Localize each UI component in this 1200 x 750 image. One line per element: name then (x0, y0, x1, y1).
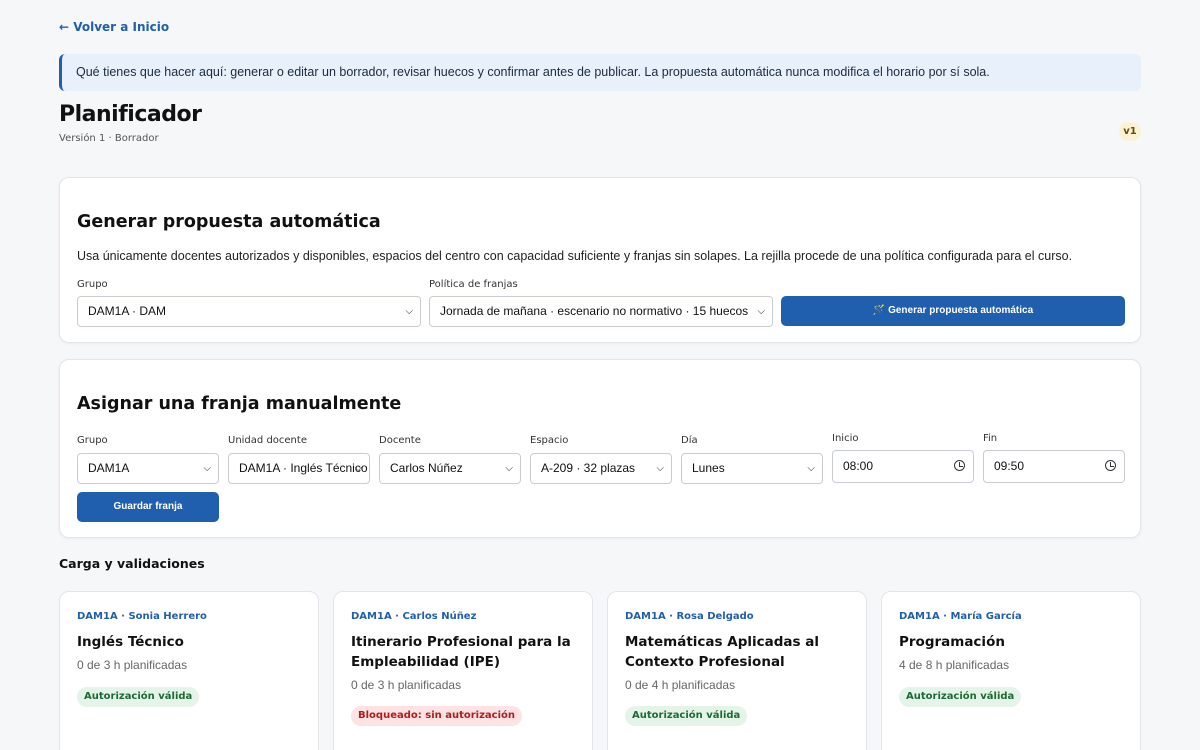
chevron-down-icon: ⌵ (807, 463, 815, 474)
clock-icon[interactable] (1105, 460, 1116, 471)
manual-unit-value: DAM1A · Inglés Técnico (239, 461, 368, 475)
chevron-down-icon: ⌵ (405, 306, 413, 317)
info-banner-text: Qué tienes que hacer aquí: generar o edi… (76, 65, 990, 79)
load-section-title: Carga y validaciones (59, 556, 205, 571)
chevron-down-icon: ⌵ (203, 463, 211, 474)
page-title: Planificador (59, 102, 202, 127)
load-card: DAM1A · Carlos Núñez Itinerario Profesio… (333, 591, 593, 750)
chevron-down-icon: ⌵ (656, 463, 664, 474)
load-card: DAM1A · Rosa Delgado Matemáticas Aplicad… (607, 591, 867, 750)
load-card-hours: 0 de 4 h planificadas (625, 678, 736, 692)
manual-unit-label: Unidad docente (228, 435, 307, 446)
generate-proposal-button[interactable]: 🪄 Generar propuesta automática (781, 296, 1125, 326)
manual-teacher-label: Docente (379, 435, 421, 446)
manual-teacher-select[interactable]: Carlos Núñez ⌵ (379, 453, 521, 484)
manual-assign-title: Asignar una franja manualmente (77, 394, 402, 414)
version-badge: v1 (1119, 122, 1141, 141)
auto-policy-label: Política de franjas (429, 279, 518, 290)
auto-group-label: Grupo (77, 279, 108, 290)
status-badge: Autorización válida (77, 687, 200, 707)
load-card: DAM1A · Sonia Herrero Inglés Técnico 0 d… (59, 591, 319, 750)
save-slot-button[interactable]: Guardar franja (77, 492, 219, 522)
load-card-hours: 0 de 3 h planificadas (351, 678, 462, 692)
status-badge: Autorización válida (625, 706, 748, 726)
clock-icon[interactable] (954, 460, 965, 471)
load-card-subject: Programación (899, 634, 1005, 650)
manual-group-select[interactable]: DAM1A ⌵ (77, 453, 219, 484)
manual-end-value: 09:50 (994, 459, 1025, 473)
auto-group-value: DAM1A · DAM (88, 304, 167, 318)
manual-end-time-input[interactable]: 09:50 (983, 450, 1125, 483)
manual-day-select[interactable]: Lunes ⌵ (681, 453, 823, 484)
manual-end-label: Fin (983, 433, 998, 444)
load-card-hours: 0 de 3 h planificadas (77, 658, 188, 672)
info-banner: Qué tienes que hacer aquí: generar o edi… (59, 54, 1141, 91)
auto-proposal-card: Generar propuesta automática Usa únicame… (59, 177, 1141, 343)
manual-space-select[interactable]: A-209 · 32 plazas ⌵ (530, 453, 672, 484)
auto-policy-value: Jornada de mañana · escenario no normati… (440, 304, 749, 318)
status-badge: Autorización válida (899, 687, 1022, 707)
auto-proposal-title: Generar propuesta automática (77, 212, 381, 232)
manual-start-value: 08:00 (843, 459, 874, 473)
auto-proposal-description: Usa únicamente docentes autorizados y di… (77, 249, 1073, 263)
chevron-down-icon: ⌵ (505, 463, 513, 474)
manual-start-label: Inicio (832, 433, 859, 444)
chevron-down-icon: ⌵ (757, 306, 765, 317)
page-subtitle: Versión 1 · Borrador (59, 133, 159, 144)
load-card-meta: DAM1A · María García (899, 611, 1022, 622)
manual-teacher-value: Carlos Núñez (390, 461, 463, 475)
back-to-home-link[interactable]: ← Volver a Inicio (59, 20, 169, 34)
manual-group-value: DAM1A (88, 461, 130, 475)
status-badge: Bloqueado: sin autorización (351, 706, 523, 726)
manual-space-label: Espacio (530, 435, 569, 446)
manual-assign-card: Asignar una franja manualmente Grupo DAM… (59, 359, 1141, 538)
load-card-meta: DAM1A · Sonia Herrero (77, 611, 207, 622)
load-card-meta: DAM1A · Rosa Delgado (625, 611, 754, 622)
auto-group-select[interactable]: DAM1A · DAM ⌵ (77, 296, 421, 327)
load-card-meta: DAM1A · Carlos Núñez (351, 611, 477, 622)
manual-unit-select[interactable]: DAM1A · Inglés Técnico ⌵ (228, 453, 370, 484)
load-card: DAM1A · María García Programación 4 de 8… (881, 591, 1141, 750)
manual-day-label: Día (681, 435, 698, 446)
manual-group-label: Grupo (77, 435, 108, 446)
manual-space-value: A-209 · 32 plazas (541, 461, 636, 475)
load-card-subject: Itinerario Profesional para la Empleabil… (351, 634, 571, 670)
auto-policy-select[interactable]: Jornada de mañana · escenario no normati… (429, 296, 773, 327)
manual-start-time-input[interactable]: 08:00 (832, 450, 974, 483)
manual-day-value: Lunes (692, 461, 725, 475)
chevron-down-icon: ⌵ (354, 463, 362, 474)
load-card-hours: 4 de 8 h planificadas (899, 658, 1010, 672)
load-card-subject: Matemáticas Aplicadas al Contexto Profes… (625, 634, 819, 670)
load-card-subject: Inglés Técnico (77, 634, 184, 650)
